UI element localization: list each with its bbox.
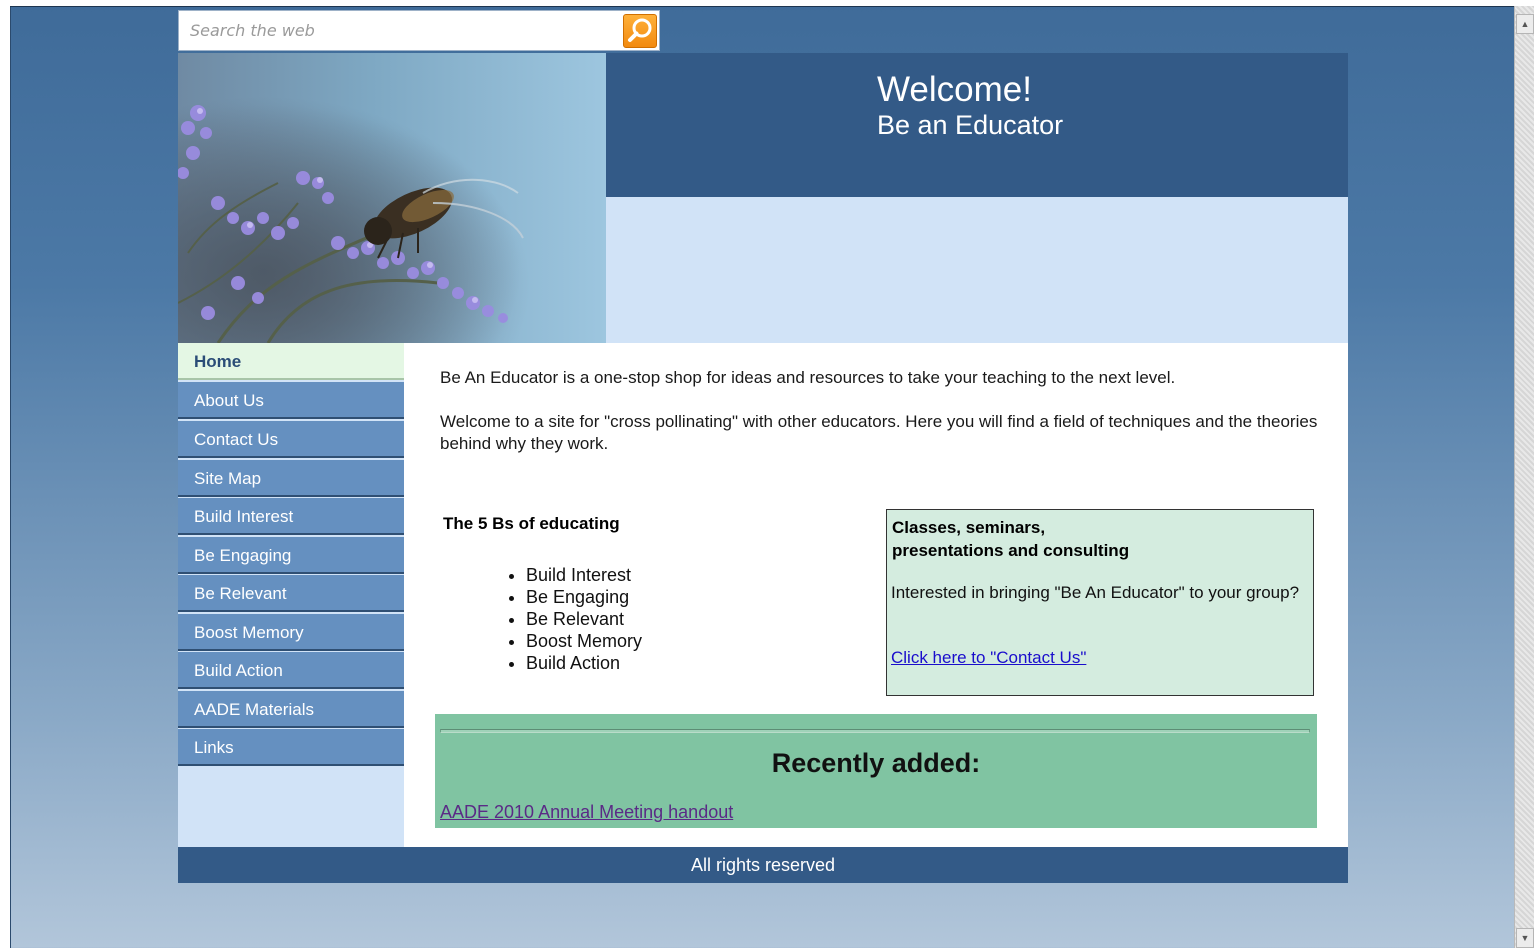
- list-item: Build Interest: [526, 564, 642, 586]
- sidebar-item-links[interactable]: Links: [178, 729, 404, 766]
- sidebar-item-contact-us[interactable]: Contact Us: [178, 421, 404, 458]
- annual-meeting-handout-link[interactable]: AADE 2010 Annual Meeting handout: [440, 802, 733, 823]
- window-frame-divider: [10, 6, 1514, 7]
- page-title: Welcome!: [877, 70, 1032, 109]
- welcome-paragraph: Welcome to a site for "cross pollinating…: [440, 412, 1318, 453]
- classes-heading: Classes, seminars, presentations and con…: [892, 516, 1272, 562]
- horizontal-rule: [440, 729, 1310, 733]
- list-item: Be Engaging: [526, 586, 642, 608]
- sidebar-item-home[interactable]: Home: [178, 343, 404, 380]
- classes-description: Interested in bringing "Be An Educator" …: [891, 583, 1300, 602]
- search-button[interactable]: [623, 14, 657, 48]
- window-frame-left: [0, 0, 11, 948]
- search-bar: [178, 10, 660, 51]
- sidebar-item-build-interest[interactable]: Build Interest: [178, 498, 404, 535]
- header-banner: Welcome! Be an Educator: [606, 53, 1348, 197]
- contact-us-link[interactable]: Click here to "Contact Us": [891, 648, 1086, 668]
- sidebar-item-aade-materials[interactable]: AADE Materials: [178, 691, 404, 728]
- page-subtitle: Be an Educator: [877, 110, 1064, 140]
- list-item: Boost Memory: [526, 630, 642, 652]
- sidebar-item-about-us[interactable]: About Us: [178, 382, 404, 419]
- sidebar-nav: Home About Us Contact Us Site Map Build …: [178, 343, 404, 847]
- sidebar-item-be-relevant[interactable]: Be Relevant: [178, 575, 404, 612]
- search-input[interactable]: [179, 11, 619, 50]
- search-icon: [628, 18, 652, 42]
- five-bs-heading: The 5 Bs of educating: [443, 514, 620, 533]
- classes-info-box: Classes, seminars, presentations and con…: [886, 509, 1314, 696]
- classes-heading-line-2: presentations and consulting: [892, 541, 1130, 560]
- footer: All rights reserved: [178, 847, 1348, 883]
- main-content: Be An Educator is a one-stop shop for id…: [404, 343, 1348, 847]
- list-item: Build Action: [526, 652, 642, 674]
- list-item: Be Relevant: [526, 608, 642, 630]
- header-photo-bee-on-flowers: [178, 53, 606, 343]
- five-bs-list: Build Interest Be Engaging Be Relevant B…: [506, 564, 642, 674]
- sidebar-item-boost-memory[interactable]: Boost Memory: [178, 614, 404, 651]
- header-light-panel: [606, 197, 1348, 343]
- flower-illustration: [178, 53, 606, 343]
- scroll-up-arrow-icon[interactable]: ▲: [1516, 14, 1534, 34]
- recently-added-box: Recently added: AADE 2010 Annual Meeting…: [435, 714, 1317, 828]
- vertical-scrollbar[interactable]: ▲ ▼: [1514, 6, 1534, 948]
- recently-added-heading: Recently added:: [771, 748, 981, 778]
- intro-paragraph: Be An Educator is a one-stop shop for id…: [440, 368, 1176, 387]
- sidebar-item-be-engaging[interactable]: Be Engaging: [178, 537, 404, 574]
- classes-heading-line-1: Classes, seminars,: [892, 518, 1046, 537]
- sidebar-item-build-action[interactable]: Build Action: [178, 652, 404, 689]
- scroll-down-arrow-icon[interactable]: ▼: [1516, 928, 1534, 948]
- sidebar-item-site-map[interactable]: Site Map: [178, 460, 404, 497]
